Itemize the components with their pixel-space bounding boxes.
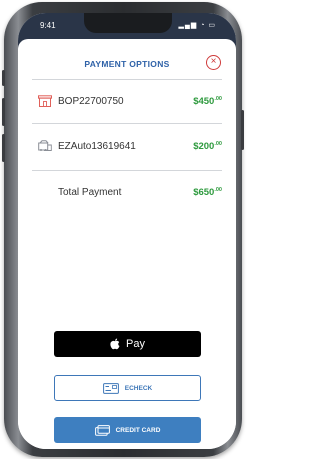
phone-screen: 9:41 ▂▄▆ ◔ ▭ PAYMENT OPTIONS × BOP227007… [18,13,236,449]
divider [32,170,222,171]
policy-label-auto: EZAuto13619641 [58,141,136,152]
total-amount: $650.00 [193,187,222,199]
car-icon [38,140,52,151]
check-document-icon [102,382,119,394]
power-button [241,110,244,150]
credit-card-icon [94,424,110,436]
apple-pay-button[interactable]: Pay [54,331,201,357]
mute-switch [2,70,5,86]
apple-icon [110,338,120,350]
total-label: Total Payment [58,187,122,198]
policy-amount-auto: $200.00 [193,141,222,153]
status-time: 9:41 [40,21,56,30]
close-button[interactable]: × [206,55,221,70]
page-title: PAYMENT OPTIONS [84,59,170,69]
policy-label-bop: BOP22700750 [58,96,124,107]
credit-card-button[interactable]: CREDIT CARD [54,417,201,443]
divider [32,79,222,80]
payment-options-sheet: PAYMENT OPTIONS × BOP22700750 $450.00 EZ… [18,39,236,449]
volume-down-button [2,134,5,162]
phone-notch [84,13,172,33]
volume-up-button [2,98,5,126]
echeck-label: ECHECK [124,384,153,392]
building-icon [38,95,52,107]
echeck-button[interactable]: ECHECK [54,375,201,401]
status-indicators: ▂▄▆ ◔ ▭ [178,22,216,29]
apple-pay-label: Pay [126,338,145,350]
divider [32,123,222,124]
policy-amount-bop: $450.00 [193,96,222,108]
credit-card-label: CREDIT CARD [115,426,161,434]
phone-frame: 9:41 ▂▄▆ ◔ ▭ PAYMENT OPTIONS × BOP227007… [2,2,244,457]
